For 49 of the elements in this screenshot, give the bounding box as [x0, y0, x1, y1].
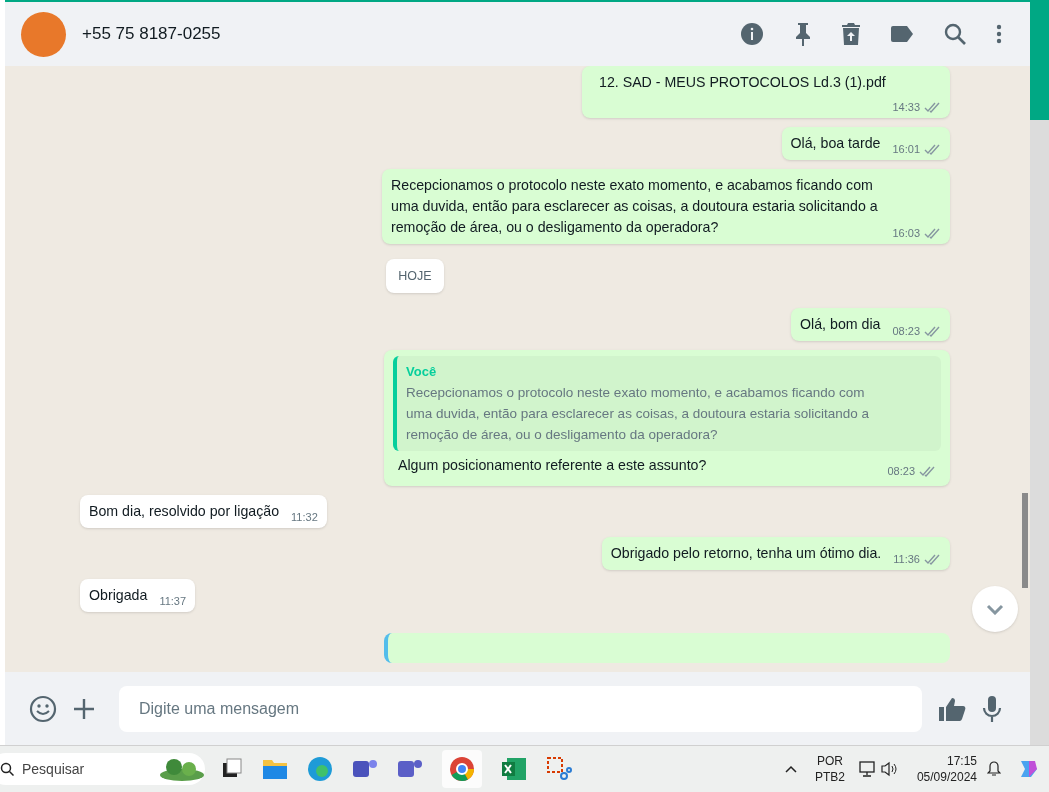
plus-icon[interactable] — [73, 697, 95, 720]
info-icon[interactable] — [740, 22, 764, 46]
message-text: Obrigado pelo retorno, tenha um ótimo dia. — [610, 543, 882, 563]
folder-icon[interactable] — [262, 757, 288, 781]
message-text: Olá, boa tarde — [790, 133, 881, 153]
emoji-icon[interactable] — [29, 694, 57, 723]
chevron-down-icon — [986, 603, 1004, 615]
message-time: 16:03 — [892, 226, 920, 241]
bell-icon[interactable] — [987, 761, 1001, 777]
microphone-icon[interactable] — [982, 694, 1002, 723]
message-time: 16:01 — [892, 142, 920, 157]
input-language[interactable]: POR — [816, 753, 843, 769]
message-text: Olá, bom dia — [800, 315, 881, 335]
quote-author: Você — [406, 363, 438, 382]
message-text: Recepcionamos o protocolo neste exato momento, e acabamos ficando com uma duvida, então para esclarecer as coisas, a doutoura estaria solicitando a remoção de área, ou o desligamento da operadora? — [391, 175, 879, 237]
clock-time[interactable]: 17:15 — [946, 753, 977, 769]
scrollbar[interactable] — [1022, 493, 1028, 588]
speaker-icon[interactable] — [880, 761, 897, 777]
message-input[interactable]: Digite uma mensagem — [119, 685, 922, 732]
message-text: Bom dia, resolvido por ligação — [89, 501, 280, 521]
message-time: 08:23 — [887, 464, 915, 480]
thumbs-up-icon[interactable] — [938, 695, 966, 722]
excel-icon[interactable] — [501, 756, 527, 782]
message-time: 11:32 — [291, 510, 318, 526]
keyboard-layout[interactable]: PTB2 — [814, 769, 845, 785]
chevron-up-icon[interactable] — [784, 765, 797, 773]
message-text: Obrigada — [89, 585, 148, 605]
contact-avatar[interactable] — [21, 11, 66, 57]
taskbar-search-field[interactable]: Pesquisar — [0, 753, 205, 785]
clock-date[interactable]: 05/09/2024 — [916, 769, 977, 785]
search-icon — [0, 762, 14, 776]
message-time: 11:37 — [159, 594, 187, 610]
contact-name[interactable]: +55 75 8187-0255 — [82, 21, 724, 47]
message-time: 14:33 — [892, 100, 920, 115]
pin-icon[interactable] — [794, 22, 812, 46]
snipping-tool-icon[interactable] — [546, 756, 572, 782]
message-time: 08:23 — [892, 323, 920, 339]
label-icon[interactable] — [890, 25, 914, 43]
message-text: Algum posicionamento referente a este assunto? — [398, 455, 707, 475]
chrome-icon — [449, 756, 475, 782]
message-time: 11:36 — [893, 552, 920, 568]
quote-text: Recepcionamos o protocolo neste exato momento, e acabamos ficando com uma duvida, então para esclarecer as coisas, a doutoura estaria solicitando a remoção de área, ou o desligamento da operadora? — [406, 383, 871, 444]
search-icon[interactable] — [944, 23, 966, 45]
menu-icon[interactable] — [996, 24, 1002, 44]
chrome-taskbar-button[interactable] — [442, 750, 482, 788]
trash-icon[interactable] — [842, 22, 860, 46]
landscape-icon — [159, 756, 205, 782]
search-placeholder: Pesquisar — [22, 759, 86, 779]
file-name: 12. SAD - MEUS PROTOCOLOS Ld.3 (1).pdf — [598, 73, 887, 92]
